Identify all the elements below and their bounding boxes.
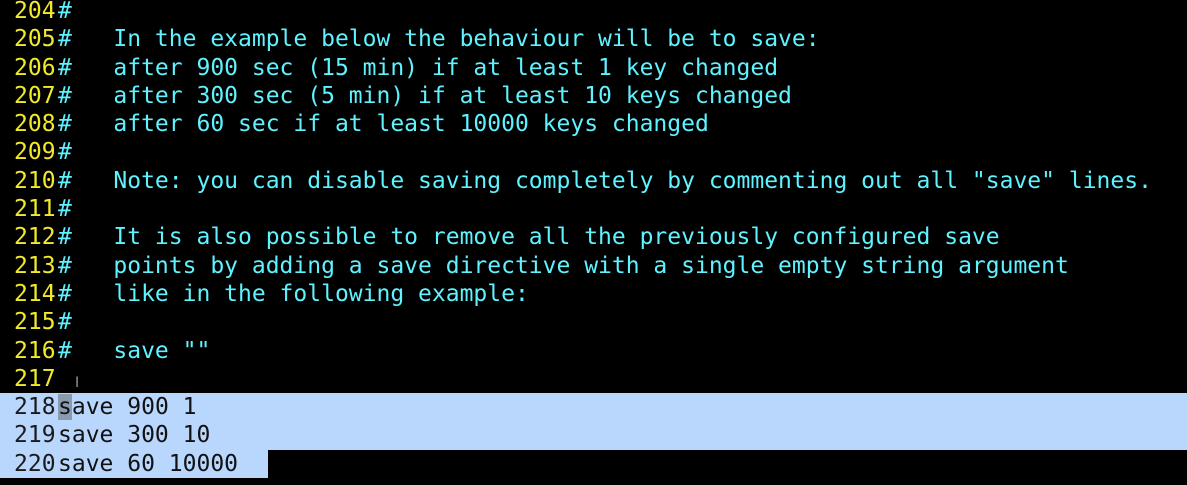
- comment-text: #: [58, 139, 72, 166]
- line-number: 217: [14, 365, 56, 392]
- comment-text: # In the example below the behaviour wil…: [58, 26, 820, 53]
- line-number: 220: [14, 450, 56, 477]
- comment-text: # points by adding a save directive with…: [58, 252, 1069, 279]
- comment-text: # after 60 sec if at least 10000 keys ch…: [58, 111, 709, 138]
- editor-line[interactable]: 213 # points by adding a save directive w…: [0, 252, 1187, 280]
- line-number: 209: [14, 139, 56, 166]
- code-text: save 60 10000: [58, 450, 239, 477]
- comment-text: # Note: you can disable saving completel…: [58, 167, 1152, 194]
- line-number: 218: [14, 394, 56, 421]
- text-editor[interactable]: 204 # 205 # In the example below the behav…: [0, 0, 1187, 479]
- editor-line[interactable]: 212 # It is also possible to remove all t…: [0, 223, 1187, 251]
- line-number: 210: [14, 167, 56, 194]
- editor-line[interactable]: 214 # like in the following example:: [0, 280, 1187, 308]
- selected-line[interactable]: 220 save 60 10000: [0, 449, 1187, 479]
- editor-line[interactable]: 215 #: [0, 308, 1187, 336]
- editor-line[interactable]: 204 #: [0, 0, 1187, 25]
- comment-text: # after 900 sec (15 min) if at least 1 k…: [58, 54, 779, 81]
- editor-line[interactable]: 216 # save "": [0, 337, 1187, 365]
- comment-text: # save "": [58, 337, 211, 364]
- code-text: save 300 10: [58, 422, 211, 449]
- editor-line[interactable]: 211 #: [0, 195, 1187, 223]
- line-number: 205: [14, 26, 56, 53]
- editor-line[interactable]: 217: [0, 365, 1187, 393]
- line-number: 216: [14, 337, 56, 364]
- editor-line[interactable]: 209 #: [0, 138, 1187, 166]
- line-number: 215: [14, 309, 56, 336]
- comment-text: #: [58, 196, 72, 223]
- comment-text: # It is also possible to remove all the …: [58, 224, 1000, 251]
- editor-line[interactable]: 205 # In the example below the behaviour …: [0, 25, 1187, 53]
- line-number: 206: [14, 54, 56, 81]
- selected-line[interactable]: 218 save 900 1: [0, 393, 1187, 422]
- line-number: 211: [14, 196, 56, 223]
- selected-line[interactable]: 219 save 300 10: [0, 421, 1187, 450]
- line-number: 213: [14, 252, 56, 279]
- i-beam-cursor-icon: I: [75, 375, 80, 391]
- comment-text: #: [58, 309, 72, 336]
- editor-line[interactable]: 210 # Note: you can disable saving comple…: [0, 167, 1187, 195]
- editor-line[interactable]: 206 # after 900 sec (15 min) if at least …: [0, 54, 1187, 82]
- comment-text: # after 300 sec (5 min) if at least 10 k…: [58, 82, 792, 109]
- editor-line[interactable]: 207 # after 300 sec (5 min) if at least 1…: [0, 82, 1187, 110]
- line-number: 219: [14, 422, 56, 449]
- comment-text: # like in the following example:: [58, 280, 529, 307]
- editor-line[interactable]: 208 # after 60 sec if at least 10000 keys…: [0, 110, 1187, 138]
- line-number: 214: [14, 280, 56, 307]
- line-number: 207: [14, 82, 56, 109]
- line-number: 212: [14, 224, 56, 251]
- comment-text: #: [58, 0, 72, 24]
- code-text: ave 900 1: [71, 394, 197, 421]
- line-number: 208: [14, 111, 56, 138]
- text-cursor: s: [58, 394, 72, 421]
- line-number: 204: [14, 0, 56, 24]
